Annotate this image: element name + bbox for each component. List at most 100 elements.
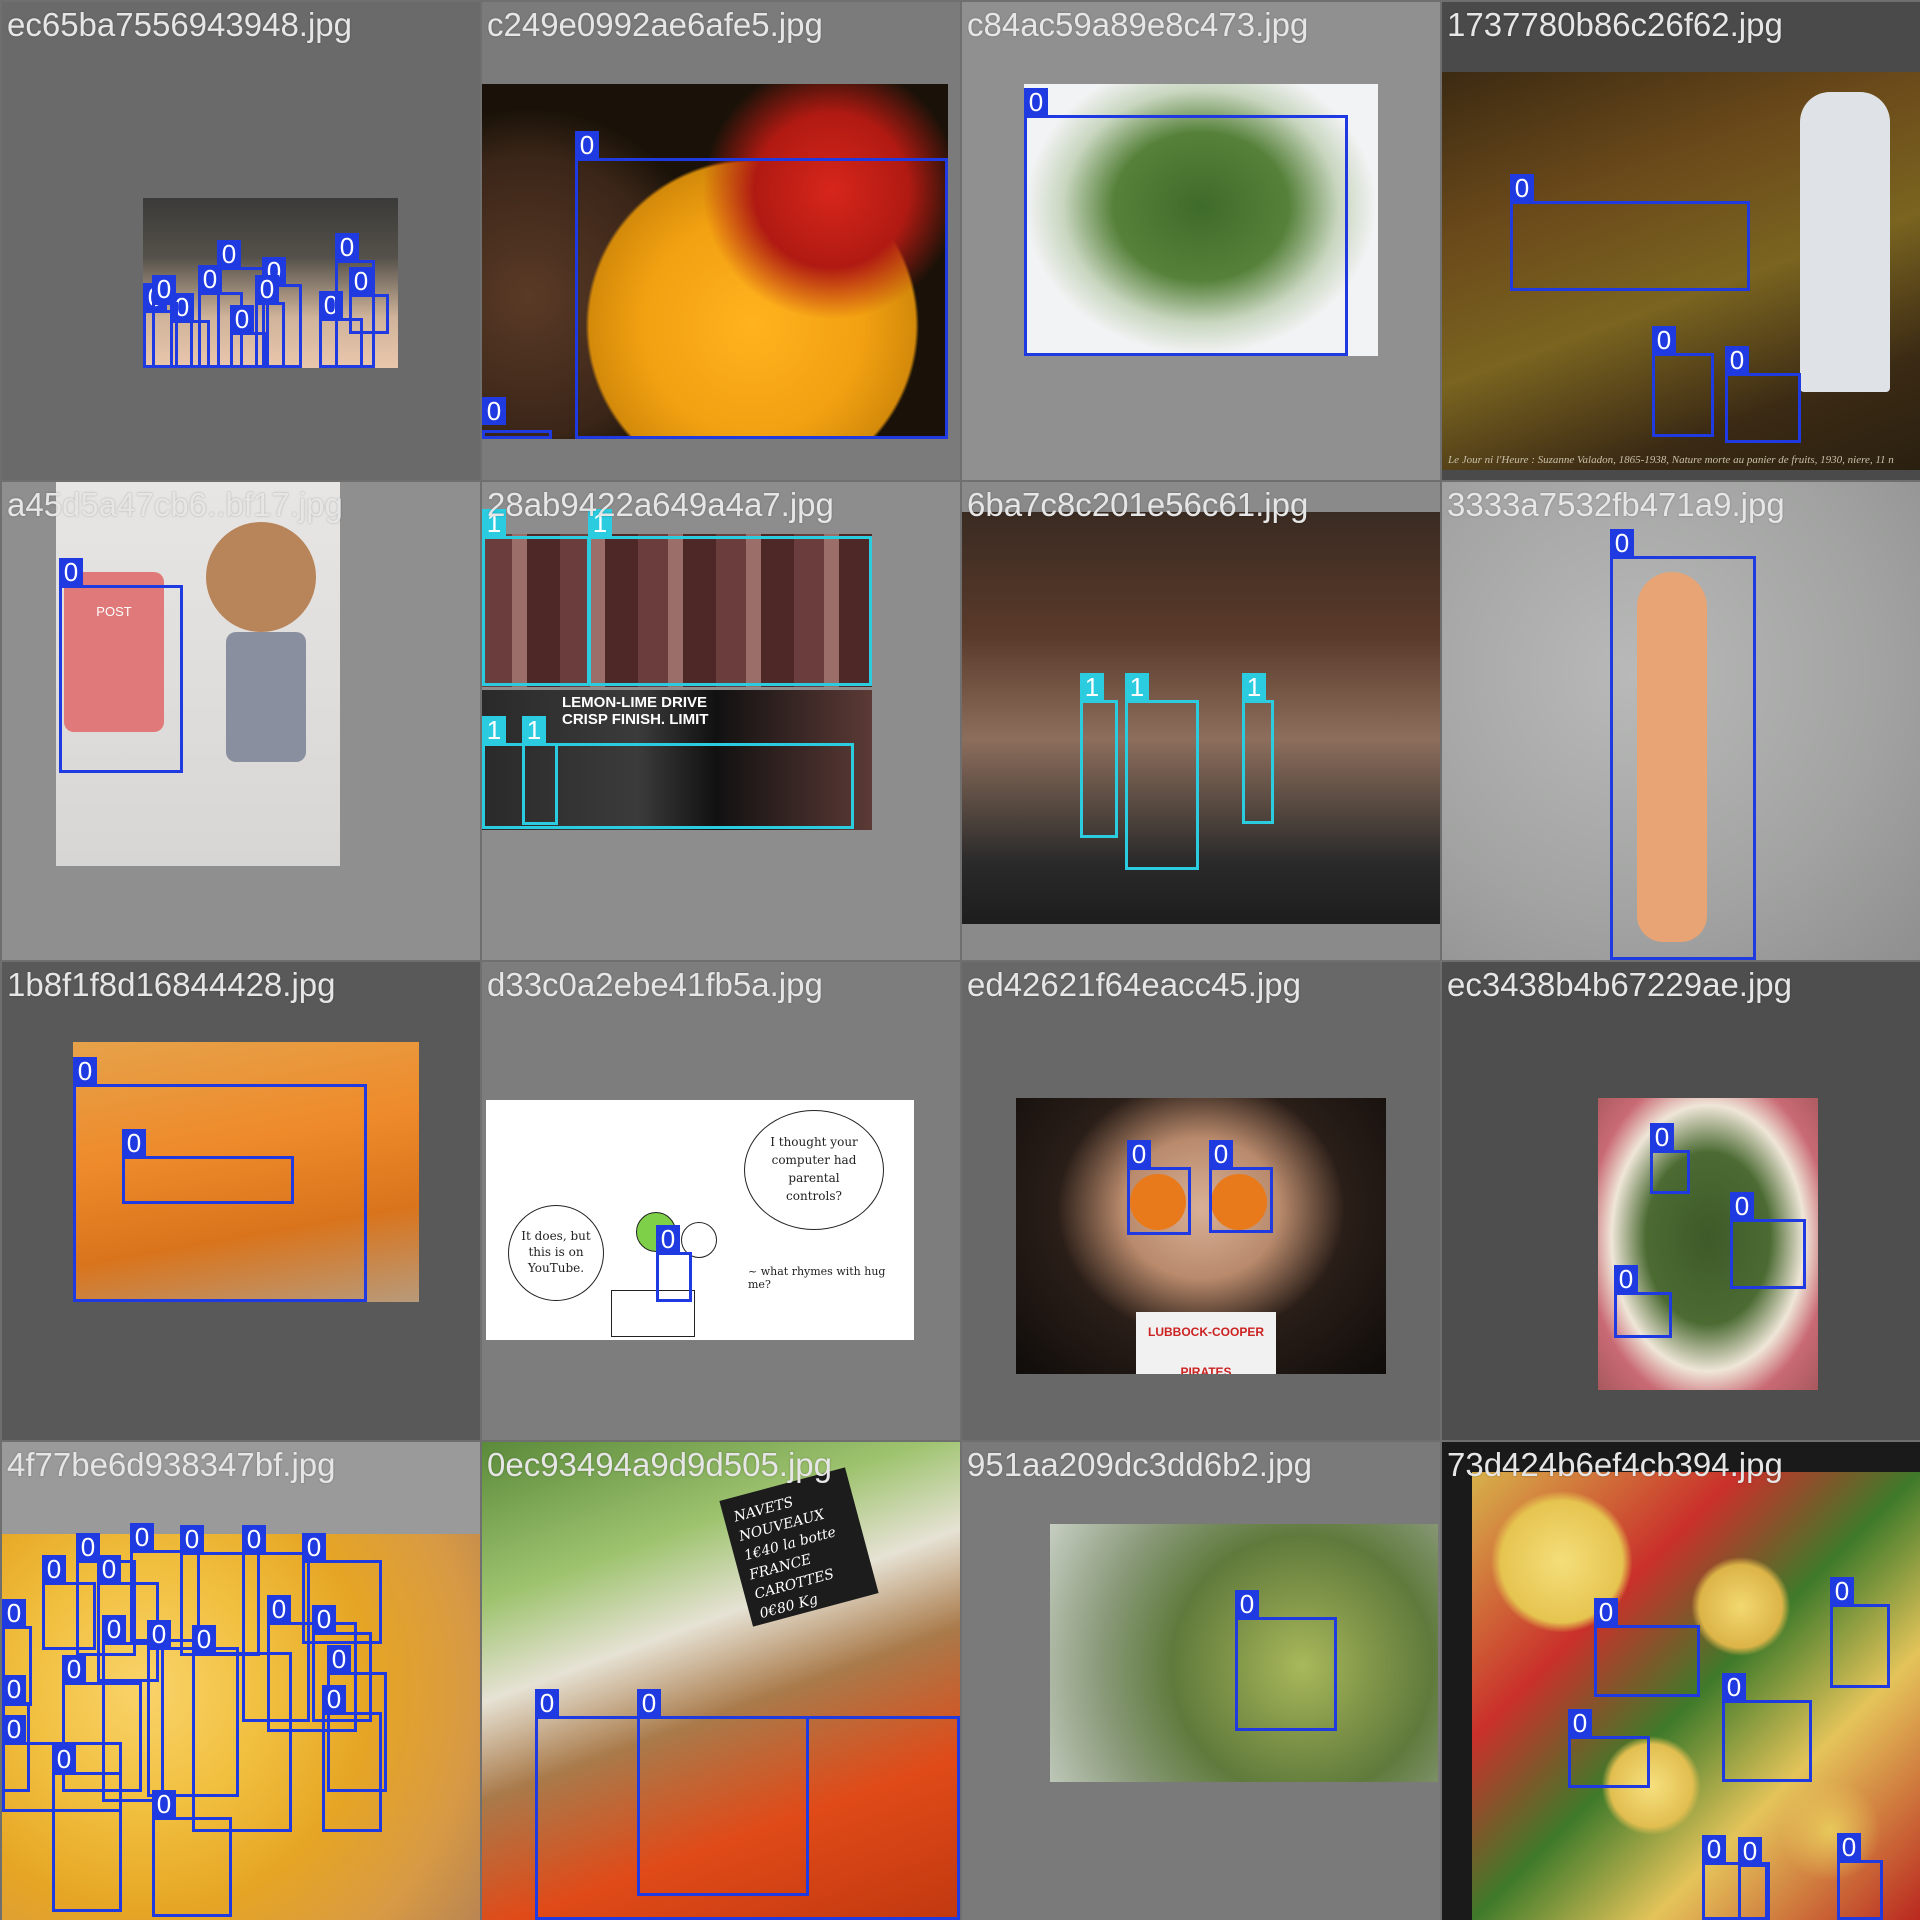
chalkboard-sign: NAVETS NOUVEAUX 1€40 la botte FRANCE CAR… xyxy=(719,1467,879,1627)
tile-photo xyxy=(962,512,1440,924)
box-class-label: 0 xyxy=(152,1790,176,1818)
ad-text: LEMON-LIME DRIVE CRISP FINISH. LIMIT xyxy=(562,694,709,728)
tile-1[interactable]: 0 0 0 0 0 0 0 0 0 0 0 ec65ba7556943948.j… xyxy=(2,2,480,480)
tile-2[interactable]: 0 0 c249e0992ae6afe5.jpg xyxy=(482,2,960,480)
tile-filename: ec3438b4b67229ae.jpg xyxy=(1447,966,1793,1003)
detection-box: 0 xyxy=(1594,1598,1700,1697)
box-class-label: 0 xyxy=(242,1525,266,1553)
tile-11[interactable]: LUBBOCK-COOPER PIRATES 0 0 ed42621f64eac… xyxy=(962,962,1440,1440)
box-class-label: 0 xyxy=(152,275,176,303)
tile-13[interactable]: 0 0 0 0 0 0 0 0 0 0 0 0 0 0 0 0 0 0 0 0 … xyxy=(2,1442,480,1920)
tile-5[interactable]: POST 0 a45d5a47cb6..bf17.jpg xyxy=(2,482,480,960)
box-class-label: 0 xyxy=(230,305,254,333)
box-class-label: 0 xyxy=(1235,1590,1259,1618)
box-class-label: 0 xyxy=(1127,1140,1151,1168)
box-class-label: 0 xyxy=(1614,1265,1638,1293)
tile-6[interactable]: LEMON-LIME DRIVE CRISP FINISH. LIMIT 1 1… xyxy=(482,482,960,960)
detection-box: 0 xyxy=(322,1685,382,1832)
box-class-label: 0 xyxy=(1830,1577,1854,1605)
detection-box: 0 xyxy=(637,1689,809,1896)
detection-box: 1 xyxy=(522,716,558,825)
box-class-label: 1 xyxy=(1242,673,1266,701)
box-class-label: 0 xyxy=(302,1533,326,1561)
tile-filename: 3333a7532fb471a9.jpg xyxy=(1447,486,1785,523)
detection-box: 0 xyxy=(152,275,178,368)
tile-9[interactable]: 0 0 1b8f1f8d16844428.jpg xyxy=(2,962,480,1440)
tile-filename: 0ec93494a9d9d505.jpg xyxy=(487,1446,833,1483)
box-class-label: 1 xyxy=(1080,673,1104,701)
detection-box: 0 xyxy=(59,558,183,773)
box-class-label: 0 xyxy=(1722,1673,1746,1701)
box-class-label: 0 xyxy=(1510,174,1534,202)
detection-box: 0 xyxy=(1510,174,1750,291)
detection-box: 0 xyxy=(1235,1590,1337,1731)
detection-box: 1 xyxy=(1080,673,1118,838)
tile-3[interactable]: 0 c84ac59a89e8c473.jpg xyxy=(962,2,1440,480)
tile-7[interactable]: 1 1 1 6ba7c8c201e56c61.jpg xyxy=(962,482,1440,960)
tile-filename: ed42621f64eacc45.jpg xyxy=(967,966,1301,1003)
box-class-label: 0 xyxy=(62,1655,86,1683)
tile-filename: a45d5a47cb6..bf17.jpg xyxy=(7,486,343,523)
box-class-label: 0 xyxy=(637,1689,661,1717)
detection-box: 0 xyxy=(575,131,948,439)
tile-filename: 73d424b6ef4cb394.jpg xyxy=(1447,1446,1783,1483)
box-class-label: 1 xyxy=(482,716,506,744)
detection-box: 0 xyxy=(349,267,389,334)
tile-filename: c84ac59a89e8c473.jpg xyxy=(967,6,1309,43)
box-class-label: 1 xyxy=(1125,673,1149,701)
box-class-label: 0 xyxy=(1837,1833,1861,1861)
detection-box: 0 xyxy=(1725,346,1801,443)
box-class-label: 0 xyxy=(130,1523,154,1551)
tile-4[interactable]: Le Jour ni l'Heure : Suzanne Valadon, 18… xyxy=(1442,2,1920,480)
box-class-label: 0 xyxy=(656,1225,680,1253)
box-class-label: 0 xyxy=(147,1620,171,1648)
detection-box: 0 xyxy=(1614,1265,1672,1338)
box-class-label: 0 xyxy=(59,558,83,586)
box-class-label: 0 xyxy=(575,131,599,159)
box-class-label: 0 xyxy=(255,275,279,303)
detection-box: 0 xyxy=(255,275,285,368)
detection-box: 0 xyxy=(1837,1833,1883,1920)
box-class-label: 0 xyxy=(267,1595,291,1623)
detection-box: 1 xyxy=(1242,673,1274,824)
box-class-label: 0 xyxy=(1650,1123,1674,1151)
box-class-label: 0 xyxy=(122,1129,146,1157)
detection-box: 0 xyxy=(1652,326,1714,437)
tile-12[interactable]: 0 0 0 ec3438b4b67229ae.jpg xyxy=(1442,962,1920,1440)
box-class-label: 1 xyxy=(522,716,546,744)
box-class-label: 0 xyxy=(97,1555,121,1583)
tile-filename: 1b8f1f8d16844428.jpg xyxy=(7,966,336,1003)
detection-box: 0 xyxy=(1830,1577,1890,1688)
detection-mosaic: 0 0 0 0 0 0 0 0 0 0 0 ec65ba7556943948.j… xyxy=(0,0,1920,1920)
box-class-label: 0 xyxy=(2,1715,26,1743)
detection-box: 0 xyxy=(122,1129,294,1204)
tile-14[interactable]: NAVETS NOUVEAUX 1€40 la botte FRANCE CAR… xyxy=(482,1442,960,1920)
detection-box: 0 xyxy=(1568,1709,1650,1788)
tile-photo: It does, but this is on YouTube. I thoug… xyxy=(486,1100,914,1340)
box-class-label: 0 xyxy=(349,267,373,295)
speech-bubble-left: It does, but this is on YouTube. xyxy=(508,1205,604,1301)
speech-bubble-right: I thought your computer had parental con… xyxy=(744,1110,884,1230)
box-class-label: 0 xyxy=(2,1675,26,1703)
tile-10[interactable]: It does, but this is on YouTube. I thoug… xyxy=(482,962,960,1440)
detection-box: 0 xyxy=(1610,529,1756,960)
box-class-label: 0 xyxy=(1652,326,1676,354)
detection-box: 0 xyxy=(52,1745,122,1912)
detection-box: 0 xyxy=(152,1790,232,1917)
tile-8[interactable]: 0 3333a7532fb471a9.jpg xyxy=(1442,482,1920,960)
box-class-label: 0 xyxy=(1568,1709,1592,1737)
tile-16[interactable]: 0 0 0 0 0 0 0 73d424b6ef4cb394.jpg xyxy=(1442,1442,1920,1920)
tile-filename: 6ba7c8c201e56c61.jpg xyxy=(967,486,1309,523)
shirt-text: LUBBOCK-COOPER PIRATES xyxy=(1136,1312,1276,1374)
painting-caption: Le Jour ni l'Heure : Suzanne Valadon, 18… xyxy=(1448,454,1894,466)
box-class-label: 0 xyxy=(102,1615,126,1643)
tile-15[interactable]: 0 951aa209dc3dd6b2.jpg xyxy=(962,1442,1440,1920)
detection-box: 0 xyxy=(1024,88,1348,356)
box-class-label: 0 xyxy=(482,397,506,425)
box-class-label: 0 xyxy=(217,240,241,268)
detection-box: 0 xyxy=(1127,1140,1191,1235)
detection-box: 0 xyxy=(1722,1673,1812,1782)
box-class-label: 0 xyxy=(192,1625,216,1653)
box-class-label: 0 xyxy=(73,1057,97,1085)
tile-filename: 28ab9422a649a4a7.jpg xyxy=(487,486,834,523)
